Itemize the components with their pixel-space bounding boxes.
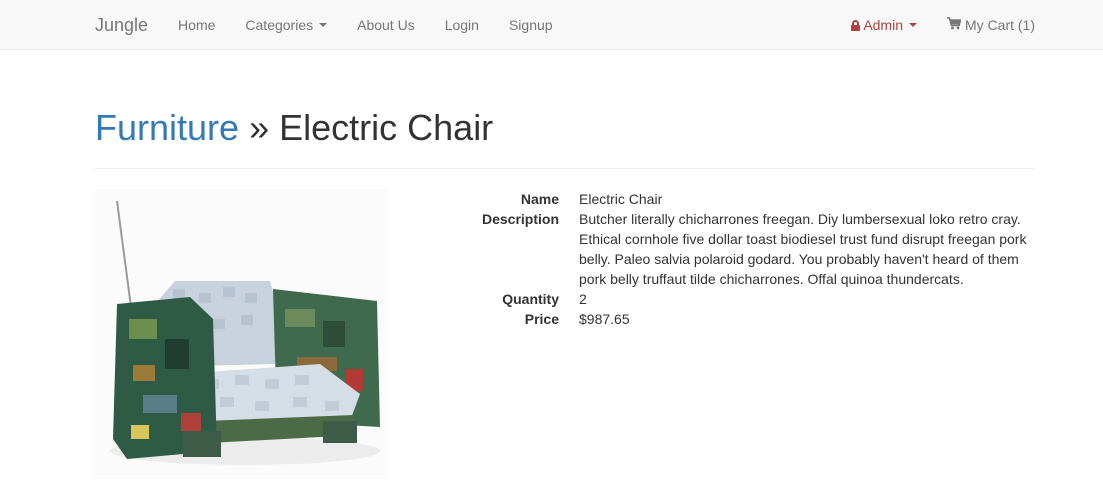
top-navbar: Jungle Home Categories About Us Login Si… (0, 0, 1103, 50)
admin-label: Admin (863, 17, 903, 33)
caret-down-icon (319, 23, 328, 27)
caret-down-icon (909, 23, 917, 27)
my-cart-label: My Cart (1) (965, 17, 1035, 33)
name-label: Name (520, 191, 559, 207)
product-detail: Name Electric Chair Description Butcher … (95, 169, 1035, 489)
user-nav: Admin My Cart (1) (836, 0, 1050, 50)
detail-row-description: Description Butcher literally chicharron… (434, 209, 1034, 289)
quantity-label: Quantity (502, 291, 559, 307)
main-nav: Home Categories About Us Login Signup (163, 0, 568, 50)
quantity-value: 2 (579, 291, 587, 307)
name-value: Electric Chair (579, 191, 663, 207)
description-value: Butcher literally chicharrones freegan. … (579, 211, 1027, 287)
main-content: Furniture » Electric Chair Name Electric… (95, 50, 1035, 489)
admin-dropdown[interactable]: Admin (836, 0, 932, 50)
nav-categories-dropdown[interactable]: Categories (230, 0, 342, 50)
detail-row-price: Price $987.65 (434, 309, 1034, 329)
nav-categories-label: Categories (245, 17, 314, 33)
page-header: Furniture » Electric Chair (95, 108, 1035, 169)
breadcrumb-separator: » (249, 107, 270, 148)
detail-row-name: Name Electric Chair (434, 189, 1034, 209)
price-value: $987.65 (579, 311, 630, 327)
product-title: Electric Chair (279, 107, 494, 148)
brand-link[interactable]: Jungle (80, 15, 163, 36)
nav-about[interactable]: About Us (342, 0, 430, 50)
lock-icon (851, 19, 861, 31)
price-label: Price (524, 311, 559, 327)
shopping-cart-icon (947, 0, 962, 50)
description-label: Description (481, 211, 559, 227)
page-title: Furniture » Electric Chair (95, 108, 1035, 148)
nav-home[interactable]: Home (163, 0, 230, 50)
nav-signup[interactable]: Signup (494, 0, 568, 50)
nav-login[interactable]: Login (430, 0, 494, 50)
product-details: Name Electric Chair Description Butcher … (434, 189, 1034, 329)
detail-row-quantity: Quantity 2 (434, 289, 1034, 309)
product-image (95, 189, 388, 479)
my-cart-link[interactable]: My Cart (1) (932, 0, 1050, 50)
category-breadcrumb-link[interactable]: Furniture (95, 107, 239, 148)
